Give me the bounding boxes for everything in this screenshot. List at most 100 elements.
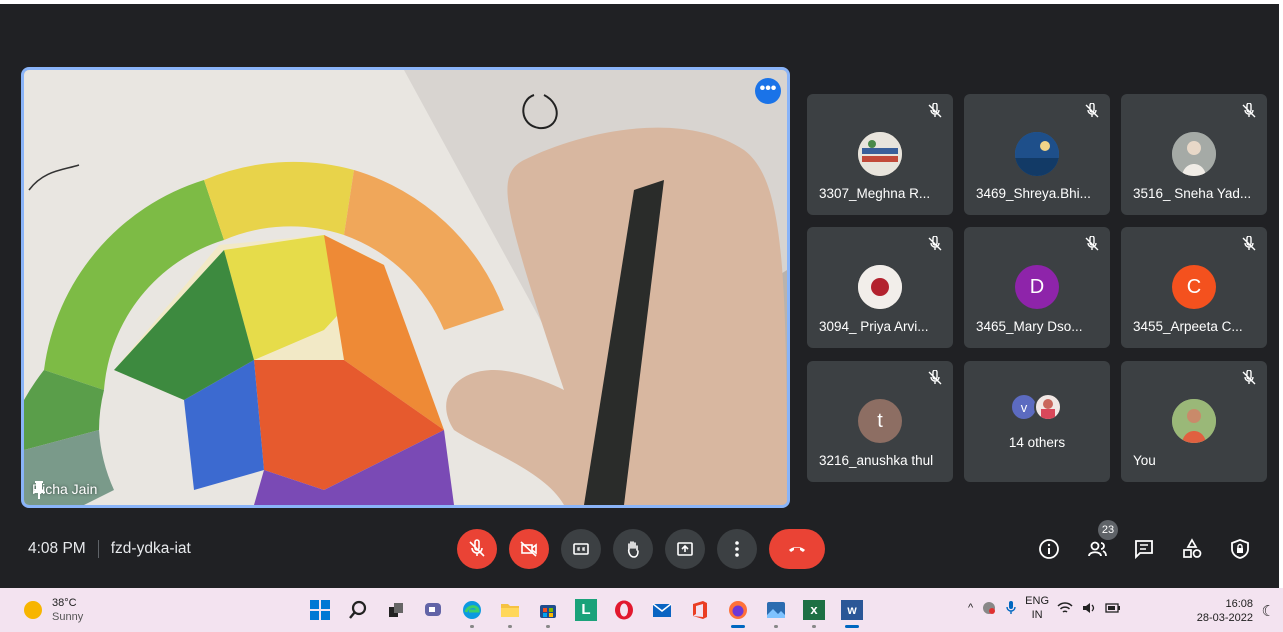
os-taskbar: 38°C Sunny L x w ^ ENG IN 16:08 28-03-20… [0, 588, 1283, 632]
self-label: You [1133, 453, 1156, 468]
running-indicator [812, 625, 816, 628]
participant-name: 3516_ Sneha Yad... [1133, 186, 1252, 201]
file-explorer-icon[interactable] [494, 594, 526, 628]
hand-icon [627, 541, 639, 558]
participant-tile[interactable]: 3469_Shreya.Bhi... [964, 94, 1110, 215]
meeting-code: fzd-ydka-iat [110, 540, 191, 557]
presenter-video-frame [24, 70, 787, 505]
mic-off-icon [1085, 236, 1099, 251]
present-icon [677, 542, 693, 556]
chat-button[interactable] [1132, 537, 1156, 561]
mic-off-icon [928, 103, 942, 118]
host-controls-button[interactable] [1228, 537, 1252, 561]
participant-avatar: D [1015, 265, 1059, 309]
active-indicator [731, 625, 745, 628]
divider [97, 540, 99, 558]
window-right-edge [1279, 0, 1283, 588]
temperature: 38°C [52, 597, 77, 609]
participant-tile[interactable]: C 3455_Arpeeta C... [1121, 227, 1267, 348]
word-icon[interactable]: w [836, 594, 868, 628]
chevron-up-icon[interactable]: ^ [968, 602, 973, 614]
language-code: ENG [1025, 595, 1050, 607]
weather-widget[interactable]: 38°C Sunny [24, 596, 83, 624]
participant-tile[interactable]: 3307_Meghna R... [807, 94, 953, 215]
mic-off-icon [1085, 103, 1099, 118]
taskbar-apps: L x w [304, 594, 868, 628]
people-button[interactable] [1085, 537, 1109, 561]
active-indicator [845, 625, 859, 628]
participant-tile[interactable]: 3094_ Priya Arvi... [807, 227, 953, 348]
excel-icon[interactable]: x [798, 594, 830, 628]
camera-toggle-button[interactable] [509, 529, 549, 569]
mic-off-icon [1242, 236, 1256, 251]
microphone-icon[interactable] [1005, 600, 1017, 616]
running-indicator [508, 625, 512, 628]
running-indicator [774, 625, 778, 628]
participant-avatar [1172, 132, 1216, 176]
participant-avatar: t [858, 399, 902, 443]
leave-call-button[interactable] [769, 529, 825, 569]
start-icon[interactable] [304, 594, 336, 626]
mic-toggle-button[interactable] [457, 529, 497, 569]
l-app-icon[interactable]: L [570, 594, 602, 626]
participant-name: 3455_Arpeeta C... [1133, 319, 1243, 334]
participant-tile[interactable]: t 3216_anushka thul [807, 361, 953, 482]
participant-avatar [858, 132, 902, 176]
edge-icon[interactable] [456, 594, 488, 628]
meeting-details-button[interactable] [1037, 537, 1061, 561]
mic-off-icon [928, 370, 942, 385]
shield-lock-icon [1231, 539, 1249, 559]
meeting-info: 4:08 PM fzd-ydka-iat [28, 540, 191, 558]
tray-app-icon[interactable] [981, 600, 997, 616]
more-options-button[interactable]: ••• [755, 78, 781, 104]
weather-condition: Sunny [52, 611, 84, 623]
captions-icon [573, 543, 589, 555]
participant-avatar [1015, 132, 1059, 176]
mic-off-icon [469, 539, 485, 557]
participant-name: 3216_anushka thul [819, 453, 934, 468]
weather-text: 38°C Sunny [52, 596, 83, 624]
taskbar-clock[interactable]: 16:08 28-03-2022 [1197, 597, 1253, 625]
pin-icon[interactable] [32, 481, 46, 499]
participant-name: 3469_Shreya.Bhi... [976, 186, 1091, 201]
self-tile[interactable]: You [1121, 361, 1267, 482]
task-view-icon[interactable] [380, 594, 412, 626]
store-icon[interactable] [532, 594, 564, 628]
meeting-time: 4:08 PM [28, 540, 86, 557]
region-code: IN [1031, 609, 1043, 621]
participant-avatar [858, 265, 902, 309]
main-video-stage[interactable]: ••• Richa Jain [21, 67, 790, 508]
more-vertical-icon [735, 541, 739, 557]
people-icon [1088, 541, 1107, 557]
captions-button[interactable] [561, 529, 601, 569]
battery-icon[interactable] [1105, 601, 1121, 615]
chat-icon [1135, 540, 1153, 560]
presenter-name-tag: Richa Jain [32, 481, 97, 499]
opera-icon[interactable] [608, 594, 640, 626]
participant-tile[interactable]: 3516_ Sneha Yad... [1121, 94, 1267, 215]
focus-assist-icon[interactable]: ☾ [1262, 602, 1275, 620]
participant-name: 3307_Meghna R... [819, 186, 931, 201]
present-screen-button[interactable] [665, 529, 705, 569]
participant-avatar: C [1172, 265, 1216, 309]
hang-up-icon [789, 547, 805, 552]
photos-icon[interactable] [760, 594, 792, 628]
participant-tile[interactable]: D 3465_Mary Dso... [964, 227, 1110, 348]
activities-button[interactable] [1180, 537, 1204, 561]
clock-date: 28-03-2022 [1196, 612, 1253, 624]
language-indicator[interactable]: ENG IN [1025, 594, 1049, 622]
mail-icon[interactable] [646, 594, 678, 626]
wifi-icon[interactable] [1057, 601, 1073, 615]
running-indicator [470, 625, 474, 628]
raise-hand-button[interactable] [613, 529, 653, 569]
search-icon[interactable] [342, 594, 374, 626]
office-icon[interactable] [684, 594, 716, 626]
others-tile[interactable]: v 14 others [964, 361, 1110, 482]
more-options-button[interactable] [717, 529, 757, 569]
window-top-edge [0, 0, 1283, 4]
mic-off-icon [1242, 103, 1256, 118]
teams-chat-icon[interactable] [418, 594, 450, 626]
info-icon [1039, 539, 1059, 559]
volume-icon[interactable] [1081, 601, 1097, 615]
firefox-icon[interactable] [722, 594, 754, 628]
